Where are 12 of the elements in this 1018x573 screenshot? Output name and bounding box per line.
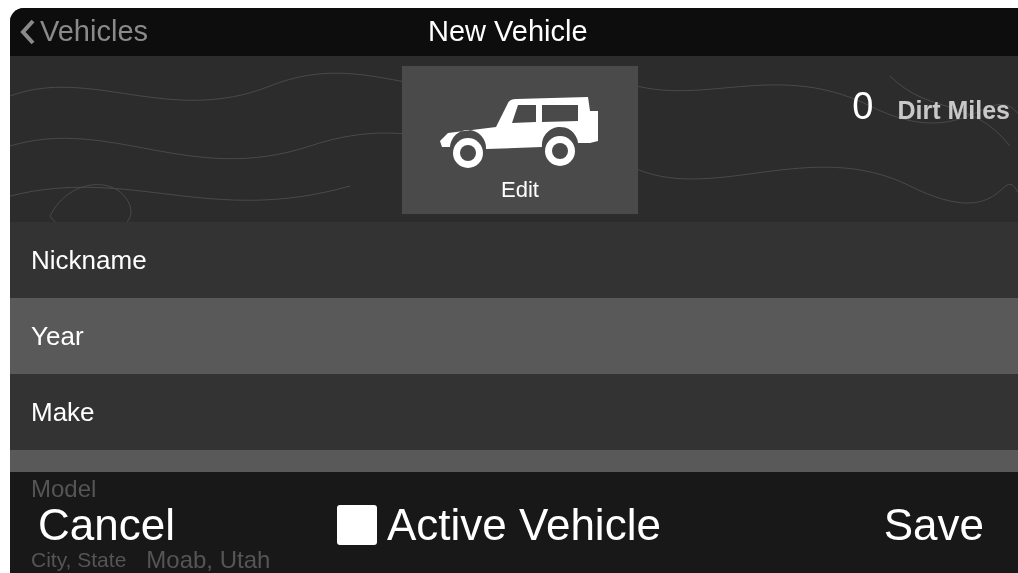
field-label: City, State [31,548,127,572]
dirt-miles-label: Dirt Miles [897,95,1010,126]
form-field[interactable]: Year [10,298,1018,374]
active-vehicle-checkbox[interactable]: Active Vehicle [336,502,661,548]
vehicle-photo-button[interactable]: Edit [402,66,638,214]
field-value: Moab, Utah [146,548,271,572]
cancel-button[interactable]: Cancel [38,502,175,548]
chevron-left-icon [20,18,36,46]
save-button[interactable]: Save [883,502,984,548]
back-button[interactable]: Vehicles [10,10,148,54]
dirt-miles-value: 0 [852,84,874,129]
nav-title: New Vehicle [428,14,588,50]
